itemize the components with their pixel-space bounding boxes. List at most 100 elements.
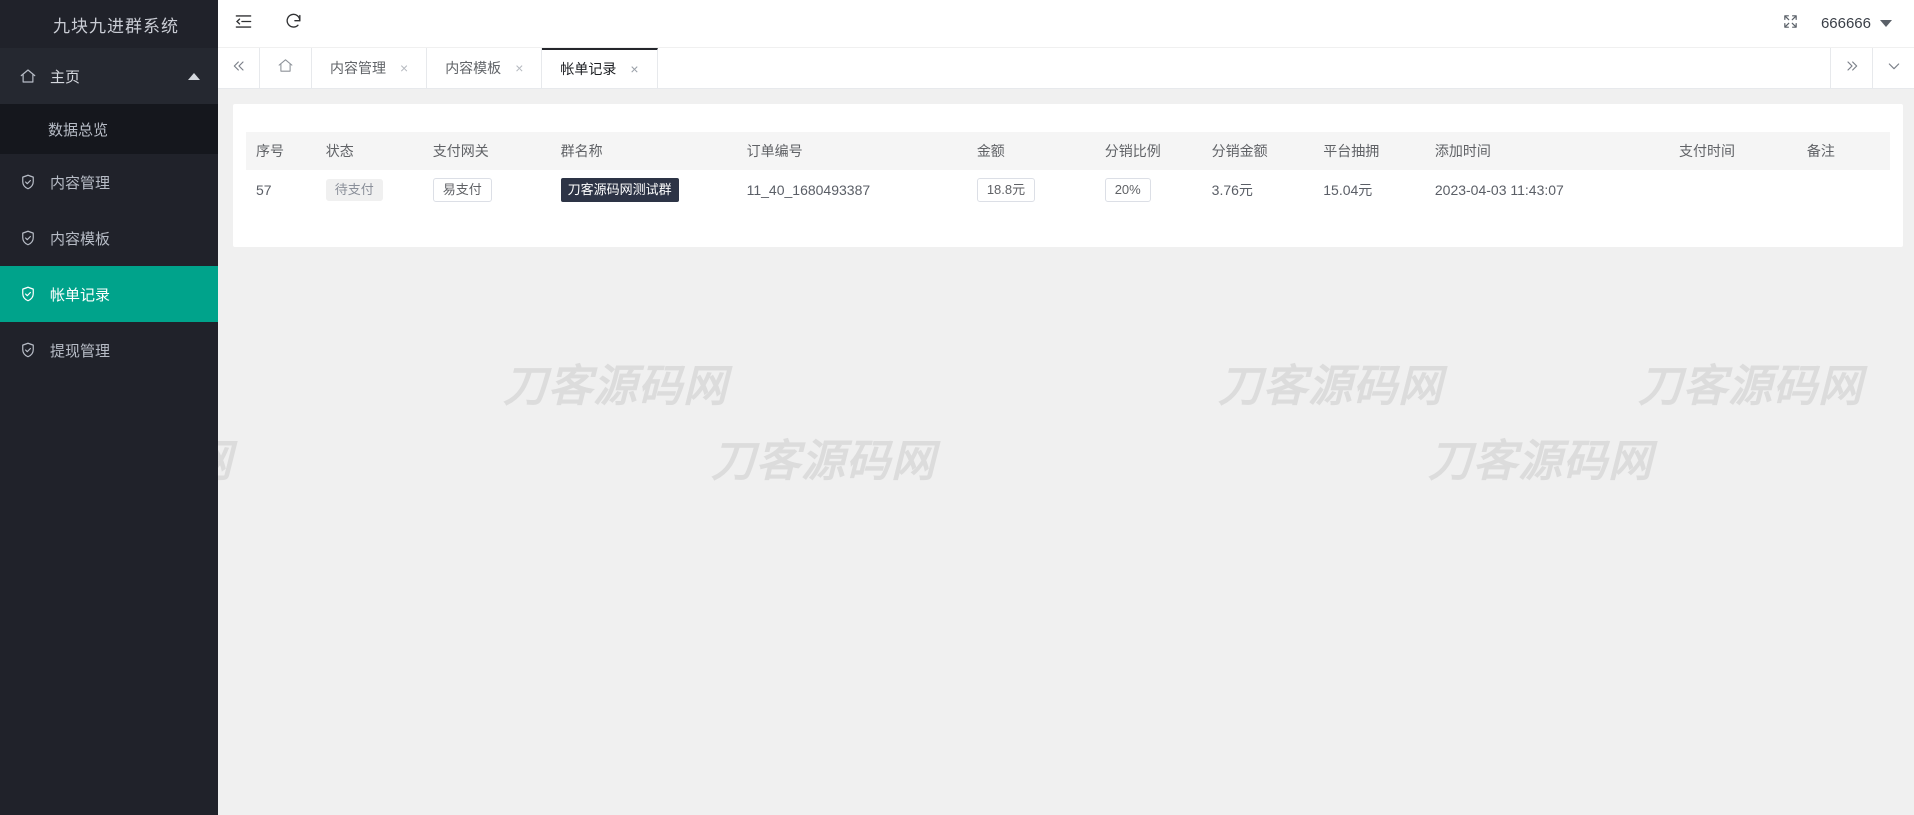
column-header-amount: 金额 xyxy=(967,132,1095,170)
caret-down-icon xyxy=(1880,20,1892,27)
sidebar-item-content-template[interactable]: 内容模板 xyxy=(0,210,218,266)
sidebar-logo: 九块九进群系统 xyxy=(0,0,218,48)
topbar-right: 666666 xyxy=(1782,13,1914,35)
column-header-order-no: 订单编号 xyxy=(737,132,967,170)
cell-paid-at xyxy=(1669,170,1797,210)
sidebar-subitem-overview[interactable]: 数据总览 xyxy=(0,104,218,154)
cell-commission-value: 3.76元 xyxy=(1212,182,1253,198)
sidebar-item-home[interactable]: 主页 xyxy=(0,48,218,104)
watermark-text: 刀客源码网 xyxy=(711,425,936,489)
table-head: 序号 状态 支付网关 群名称 订单编号 金额 分销比例 分销金额 平台抽拥 添加… xyxy=(246,132,1890,170)
column-header-remark: 备注 xyxy=(1797,132,1890,170)
cell-rate: 20% xyxy=(1095,170,1202,210)
group-name-badge: 刀客源码网测试群 xyxy=(561,178,679,202)
bill-records-table: 序号 状态 支付网关 群名称 订单编号 金额 分销比例 分销金额 平台抽拥 添加… xyxy=(246,132,1890,210)
fullscreen-icon xyxy=(1782,13,1799,35)
tab-home-button[interactable] xyxy=(260,48,312,88)
cell-order-no: 11_40_1680493387 xyxy=(737,170,967,210)
menu-fold-icon xyxy=(234,12,253,36)
gateway-badge: 易支付 xyxy=(433,178,492,202)
sidebar-item-withdraw-management-label: 提现管理 xyxy=(50,340,200,361)
shield-check-icon xyxy=(18,228,38,248)
amount-badge: 18.8元 xyxy=(977,178,1035,202)
chevron-double-left-icon xyxy=(231,58,247,78)
tab-bill-records-label: 帐单记录 xyxy=(560,59,616,79)
column-header-group-name: 群名称 xyxy=(551,132,737,170)
column-header-rate: 分销比例 xyxy=(1095,132,1202,170)
sidebar-item-bill-records-label: 帐单记录 xyxy=(50,284,200,305)
column-header-platform: 平台抽拥 xyxy=(1313,132,1425,170)
topbar: 666666 xyxy=(218,0,1914,48)
sidebar-item-withdraw-management[interactable]: 提现管理 xyxy=(0,322,218,378)
watermark-text: 刀客源码网 xyxy=(503,350,728,414)
watermark-text: 刀客源码网 xyxy=(1428,425,1653,489)
table-row[interactable]: 57 待支付 易支付 刀客源码网测试群 xyxy=(246,170,1890,210)
column-header-created-at: 添加时间 xyxy=(1425,132,1669,170)
main-area: 666666 xyxy=(218,0,1914,815)
cell-platform-value: 15.04元 xyxy=(1323,182,1372,198)
chevron-double-right-icon xyxy=(1844,58,1860,78)
menu-fold-button[interactable] xyxy=(218,0,268,48)
sidebar-item-content-template-label: 内容模板 xyxy=(50,228,200,249)
table-header-row: 序号 状态 支付网关 群名称 订单编号 金额 分销比例 分销金额 平台抽拥 添加… xyxy=(246,132,1890,170)
tab-bill-records[interactable]: 帐单记录 × xyxy=(542,48,657,88)
sidebar-item-content-management[interactable]: 内容管理 xyxy=(0,154,218,210)
cell-amount: 18.8元 xyxy=(967,170,1095,210)
home-outline-icon xyxy=(277,57,294,79)
watermark-text: 刀客源码网 xyxy=(218,425,233,489)
cell-status: 待支付 xyxy=(316,170,423,210)
column-header-index: 序号 xyxy=(246,132,316,170)
shield-check-icon xyxy=(18,172,38,192)
tabbar-right-controls xyxy=(1830,48,1914,88)
app-root: 九块九进群系统 主页 数据总览 内容管理 xyxy=(0,0,1914,815)
username-label: 666666 xyxy=(1821,15,1871,32)
tab-content-management[interactable]: 内容管理 × xyxy=(312,48,427,88)
cell-order-no-value: 11_40_1680493387 xyxy=(747,182,871,198)
watermark-text: 刀客源码网 xyxy=(1638,350,1863,414)
close-icon[interactable]: × xyxy=(515,61,523,75)
column-header-paid-at: 支付时间 xyxy=(1669,132,1797,170)
refresh-icon xyxy=(284,12,303,36)
tabbar: 内容管理 × 内容模板 × 帐单记录 × xyxy=(218,48,1914,89)
watermark-text: 刀客源码网 xyxy=(1218,350,1443,414)
column-header-commission: 分销金额 xyxy=(1202,132,1314,170)
rate-badge: 20% xyxy=(1105,178,1151,202)
chevron-down-icon xyxy=(1886,58,1902,78)
shield-check-icon xyxy=(18,284,38,304)
close-icon[interactable]: × xyxy=(400,61,408,75)
tabs-scroll-left-button[interactable] xyxy=(218,48,260,88)
cell-remark xyxy=(1797,170,1890,210)
column-header-status: 状态 xyxy=(316,132,423,170)
sidebar-item-home-label: 主页 xyxy=(50,66,188,87)
table-body: 57 待支付 易支付 刀客源码网测试群 xyxy=(246,170,1890,210)
close-icon[interactable]: × xyxy=(630,62,638,76)
status-badge: 待支付 xyxy=(326,179,383,201)
sidebar-item-bill-records[interactable]: 帐单记录 xyxy=(0,266,218,322)
column-header-gateway: 支付网关 xyxy=(423,132,551,170)
cell-group-name: 刀客源码网测试群 xyxy=(551,170,737,210)
content-area: 刀客源码网 刀客源码网 刀客源码网 刀客源码网 刀客源码网 刀客源码网 序 xyxy=(218,89,1914,815)
user-menu[interactable]: 666666 xyxy=(1821,15,1892,32)
cell-created-at-value: 2023-04-03 11:43:07 xyxy=(1435,182,1564,198)
tab-content-management-label: 内容管理 xyxy=(330,58,386,78)
tab-content-template-label: 内容模板 xyxy=(445,58,501,78)
cell-gateway: 易支付 xyxy=(423,170,551,210)
bill-records-card: 序号 状态 支付网关 群名称 订单编号 金额 分销比例 分销金额 平台抽拥 添加… xyxy=(233,104,1903,247)
home-icon xyxy=(18,66,38,86)
fullscreen-button[interactable] xyxy=(1782,13,1799,35)
refresh-button[interactable] xyxy=(268,0,318,48)
cell-index: 57 xyxy=(246,170,316,210)
tabs-scroll-right-button[interactable] xyxy=(1830,48,1872,88)
sidebar: 九块九进群系统 主页 数据总览 内容管理 xyxy=(0,0,218,815)
shield-check-icon xyxy=(18,340,38,360)
tabs-container: 内容管理 × 内容模板 × 帐单记录 × xyxy=(312,48,1830,88)
sidebar-subitem-overview-label: 数据总览 xyxy=(48,119,108,140)
cell-commission: 3.76元 xyxy=(1202,170,1314,210)
cell-index-value: 57 xyxy=(256,182,272,198)
sidebar-item-content-management-label: 内容管理 xyxy=(50,172,200,193)
tab-content-template[interactable]: 内容模板 × xyxy=(427,48,542,88)
cell-platform: 15.04元 xyxy=(1313,170,1425,210)
caret-up-icon xyxy=(188,73,200,80)
cell-created-at: 2023-04-03 11:43:07 xyxy=(1425,170,1669,210)
tabs-dropdown-button[interactable] xyxy=(1872,48,1914,88)
